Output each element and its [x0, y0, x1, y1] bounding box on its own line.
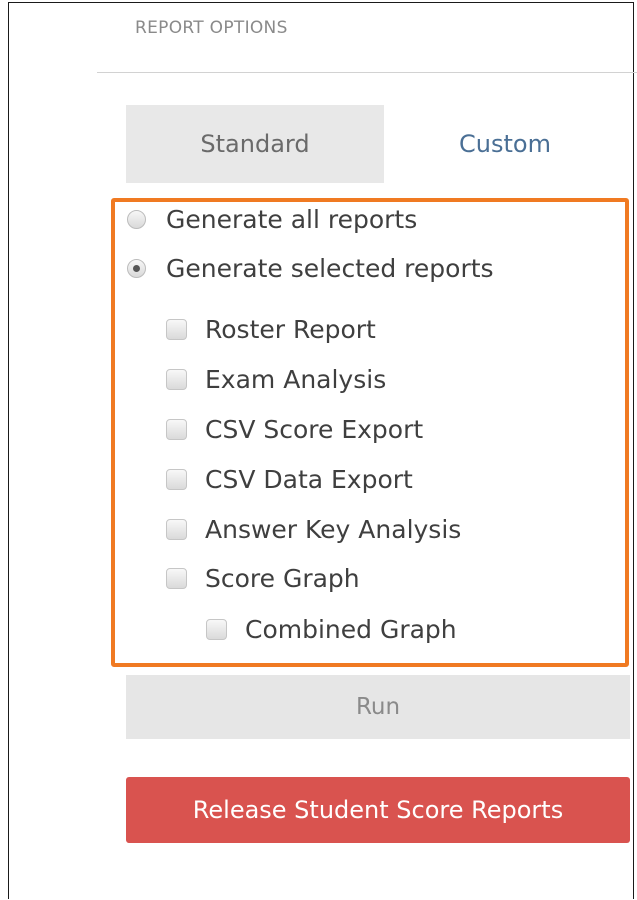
section-title: REPORT OPTIONS	[135, 18, 288, 38]
exam-analysis-option[interactable]: Exam Analysis	[166, 365, 386, 394]
csv-score-export-label: CSV Score Export	[205, 415, 424, 444]
roster-report-label: Roster Report	[205, 315, 376, 344]
generate-all-reports-option[interactable]: Generate all reports	[127, 205, 417, 234]
tab-standard[interactable]: Standard	[126, 105, 384, 183]
generate-selected-reports-label: Generate selected reports	[166, 254, 494, 283]
score-graph-label: Score Graph	[205, 564, 360, 593]
roster-report-checkbox[interactable]	[166, 319, 187, 340]
score-graph-option[interactable]: Score Graph	[166, 564, 360, 593]
combined-graph-checkbox[interactable]	[206, 619, 227, 640]
answer-key-analysis-option[interactable]: Answer Key Analysis	[166, 515, 461, 544]
answer-key-analysis-label: Answer Key Analysis	[205, 515, 462, 544]
run-button[interactable]: Run	[126, 675, 630, 739]
csv-score-export-option[interactable]: CSV Score Export	[166, 415, 423, 444]
exam-analysis-label: Exam Analysis	[205, 365, 387, 394]
release-student-score-reports-button[interactable]: Release Student Score Reports	[126, 777, 630, 843]
csv-data-export-checkbox[interactable]	[166, 469, 187, 490]
csv-data-export-option[interactable]: CSV Data Export	[166, 465, 413, 494]
exam-analysis-checkbox[interactable]	[166, 369, 187, 390]
answer-key-analysis-checkbox[interactable]	[166, 519, 187, 540]
csv-data-export-label: CSV Data Export	[205, 465, 413, 494]
generate-all-reports-label: Generate all reports	[166, 205, 418, 234]
combined-graph-option[interactable]: Combined Graph	[206, 615, 457, 644]
generate-selected-reports-option[interactable]: Generate selected reports	[127, 254, 494, 283]
generate-selected-reports-radio[interactable]	[127, 259, 146, 278]
combined-graph-label: Combined Graph	[245, 615, 457, 644]
section-divider	[97, 72, 637, 73]
tab-custom[interactable]: Custom	[384, 105, 626, 183]
generate-all-reports-radio[interactable]	[127, 210, 146, 229]
score-graph-checkbox[interactable]	[166, 568, 187, 589]
csv-score-export-checkbox[interactable]	[166, 419, 187, 440]
roster-report-option[interactable]: Roster Report	[166, 315, 376, 344]
